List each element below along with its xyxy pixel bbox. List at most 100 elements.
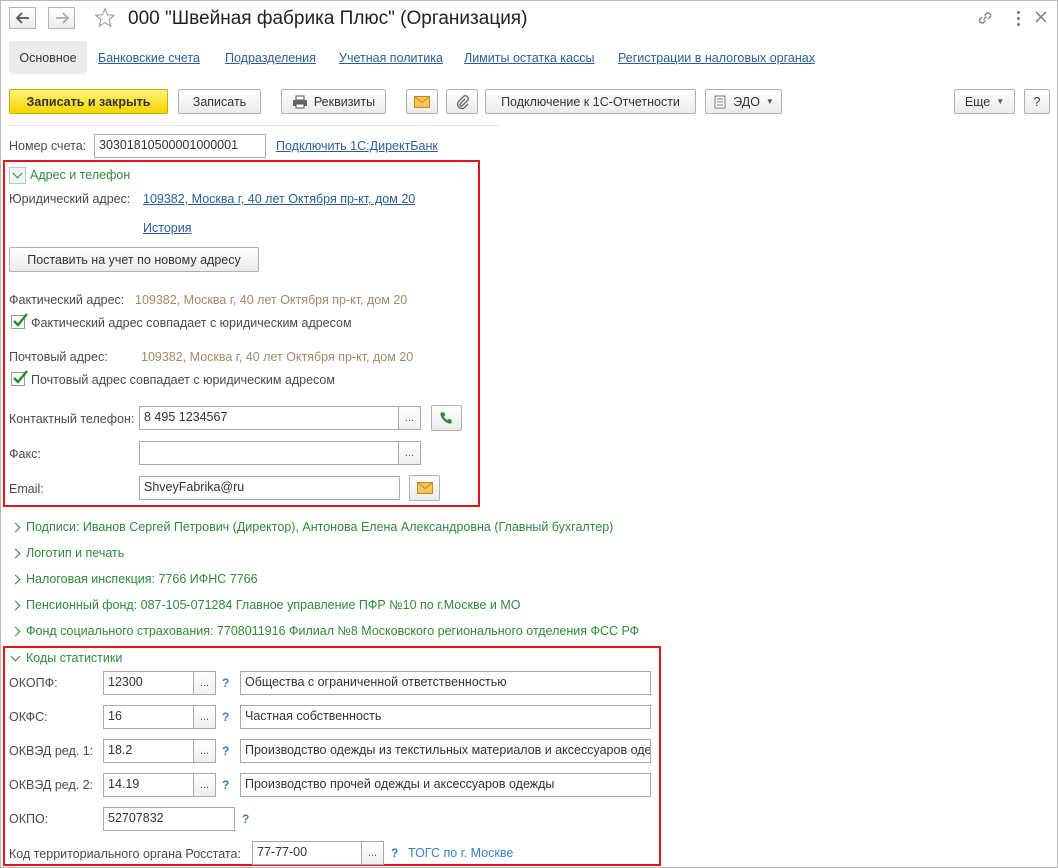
close-icon[interactable] (1033, 9, 1049, 28)
arrow-left-icon (15, 12, 29, 24)
okpo-field[interactable]: 52707832 (103, 807, 235, 831)
fax-field[interactable] (139, 441, 399, 465)
okved2-code-field[interactable]: 14.19 (103, 773, 194, 797)
tab-cash-limits[interactable]: Лимиты остатка кассы (464, 51, 594, 65)
okfs-select-button[interactable]: ... (194, 705, 216, 729)
okved2-description: Производство прочей одежды и аксессуаров… (240, 773, 651, 797)
okfs-help-icon[interactable]: ? (222, 710, 229, 724)
actual-address-value: 109382, Москва г, 40 лет Октября пр-кт, … (135, 293, 408, 307)
chevron-right-icon (10, 600, 21, 610)
address-group-title[interactable]: Адрес и телефон (30, 168, 130, 182)
postal-address-value: 109382, Москва г, 40 лет Октября пр-кт, … (141, 350, 414, 364)
okved1-label: ОКВЭД ред. 1: (9, 744, 94, 758)
save-close-button[interactable]: Записать и закрыть (9, 89, 168, 114)
history-link[interactable]: История (143, 221, 191, 235)
requisites-button[interactable]: Реквизиты (281, 89, 386, 114)
actual-same-checkbox[interactable] (11, 313, 28, 329)
chevron-down-icon: ▼ (765, 97, 774, 106)
email-field[interactable]: ShveyFabrika@ru (139, 476, 400, 500)
actual-address-label: Фактический адрес: (9, 293, 125, 307)
email-label: Email: (9, 482, 44, 496)
account-label: Номер счета: (9, 139, 87, 153)
more-menu-icon[interactable] (1008, 8, 1028, 28)
tax-inspection-group[interactable]: Налоговая инспекция: 7766 ИФНС 7766 (10, 572, 258, 586)
okopf-code-field[interactable]: 12300 (103, 671, 194, 695)
envelope-icon (414, 95, 430, 108)
call-button[interactable] (431, 405, 462, 431)
edo-dropdown-button[interactable]: ЭДО ▼ (705, 89, 782, 114)
postal-same-checkbox[interactable] (11, 370, 28, 386)
tab-tax-registrations[interactable]: Регистрации в налоговых органах (618, 51, 815, 65)
tab-bank-accounts[interactable]: Банковские счета (98, 51, 200, 65)
direct-bank-link[interactable]: Подключить 1С:ДиректБанк (276, 139, 438, 153)
postal-same-label[interactable]: Почтовый адрес совпадает с юридическим а… (31, 373, 335, 387)
legal-address-link[interactable]: 109382, Москва г, 40 лет Октября пр-кт, … (143, 192, 415, 206)
chevron-right-icon (10, 522, 21, 532)
chevron-right-icon (10, 548, 21, 558)
rosstat-code-field[interactable]: 77-77-00 (252, 841, 362, 865)
okved2-select-button[interactable]: ... (194, 773, 216, 797)
social-insurance-group[interactable]: Фонд социального страхования: 7708011916… (10, 624, 640, 638)
rosstat-help-icon[interactable]: ? (391, 846, 398, 860)
phone-select-button[interactable]: ... (399, 406, 421, 430)
chevron-down-icon: ▼ (996, 97, 1005, 106)
phone-label: Контактный телефон: (9, 412, 135, 426)
okved1-code-field[interactable]: 18.2 (103, 739, 194, 763)
more-dropdown-button[interactable]: Еще ▼ (954, 89, 1015, 114)
tax-inspection-group-label: Налоговая инспекция: 7766 ИФНС 7766 (26, 572, 258, 586)
address-group-toggle[interactable] (9, 167, 26, 184)
tab-main[interactable]: Основное (9, 41, 87, 74)
okfs-description: Частная собственность (240, 705, 651, 729)
attach-button[interactable] (446, 89, 478, 114)
social-insurance-group-label: Фонд социального страхования: 7708011916… (26, 624, 640, 638)
okved1-help-icon[interactable]: ? (222, 744, 229, 758)
okopf-description: Общества с ограниченной ответственностью (240, 671, 651, 695)
okopf-label: ОКОПФ: (9, 676, 58, 690)
okopf-select-button[interactable]: ... (194, 671, 216, 695)
favorite-star-icon[interactable] (94, 7, 116, 32)
okved2-help-icon[interactable]: ? (222, 778, 229, 792)
edo-icon (714, 95, 726, 108)
help-button[interactable]: ? (1024, 89, 1050, 114)
forward-button[interactable] (48, 7, 75, 29)
pension-fund-group-label: Пенсионный фонд: 087-105-071284 Главное … (26, 598, 521, 612)
stats-group-label: Коды статистики (26, 651, 123, 665)
okved1-select-button[interactable]: ... (194, 739, 216, 763)
actual-same-label[interactable]: Фактический адрес совпадает с юридически… (31, 316, 352, 330)
arrow-right-icon (55, 12, 69, 24)
printer-icon (292, 95, 307, 108)
signatures-group[interactable]: Подписи: Иванов Сергей Петрович (Директо… (10, 520, 613, 534)
okopf-help-icon[interactable]: ? (222, 676, 229, 690)
stats-group-title[interactable]: Коды статистики (10, 651, 123, 665)
tab-accounting-policy[interactable]: Учетная политика (339, 51, 443, 65)
register-new-address-button[interactable]: Поставить на учет по новому адресу (9, 247, 259, 272)
toolbar-separator (8, 125, 500, 126)
okved1-description: Производство одежды из текстильных матер… (240, 739, 651, 763)
save-button[interactable]: Записать (178, 89, 261, 114)
phone-field[interactable]: 8 495 1234567 (139, 406, 399, 430)
phone-icon (440, 411, 452, 424)
email-button[interactable] (406, 89, 438, 114)
okfs-label: ОКФС: (9, 710, 48, 724)
logo-stamp-group[interactable]: Логотип и печать (10, 546, 125, 560)
okpo-help-icon[interactable]: ? (242, 812, 249, 826)
edo-label: ЭДО (733, 94, 760, 109)
fax-label: Факс: (9, 447, 41, 461)
pension-fund-group[interactable]: Пенсионный фонд: 087-105-071284 Главное … (10, 598, 521, 612)
account-number-field[interactable]: 30301810500001000001 (94, 134, 266, 158)
link-icon[interactable] (976, 9, 994, 30)
rosstat-label: Код территориального органа Росстата: (9, 847, 241, 861)
checkmark-icon (13, 313, 28, 327)
chevron-down-icon (12, 168, 23, 179)
okfs-code-field[interactable]: 16 (103, 705, 194, 729)
connect-reporting-button[interactable]: Подключение к 1С-Отчетности (485, 89, 696, 114)
logo-stamp-group-label: Логотип и печать (26, 546, 125, 560)
chevron-right-icon (10, 626, 21, 636)
tab-subdivisions[interactable]: Подразделения (225, 51, 316, 65)
paperclip-icon (456, 94, 469, 109)
fax-select-button[interactable]: ... (399, 441, 421, 465)
rosstat-organ-link[interactable]: ТОГС по г. Москве (408, 846, 513, 860)
back-button[interactable] (9, 7, 36, 29)
send-email-button[interactable] (409, 475, 440, 501)
rosstat-select-button[interactable]: ... (362, 841, 384, 865)
